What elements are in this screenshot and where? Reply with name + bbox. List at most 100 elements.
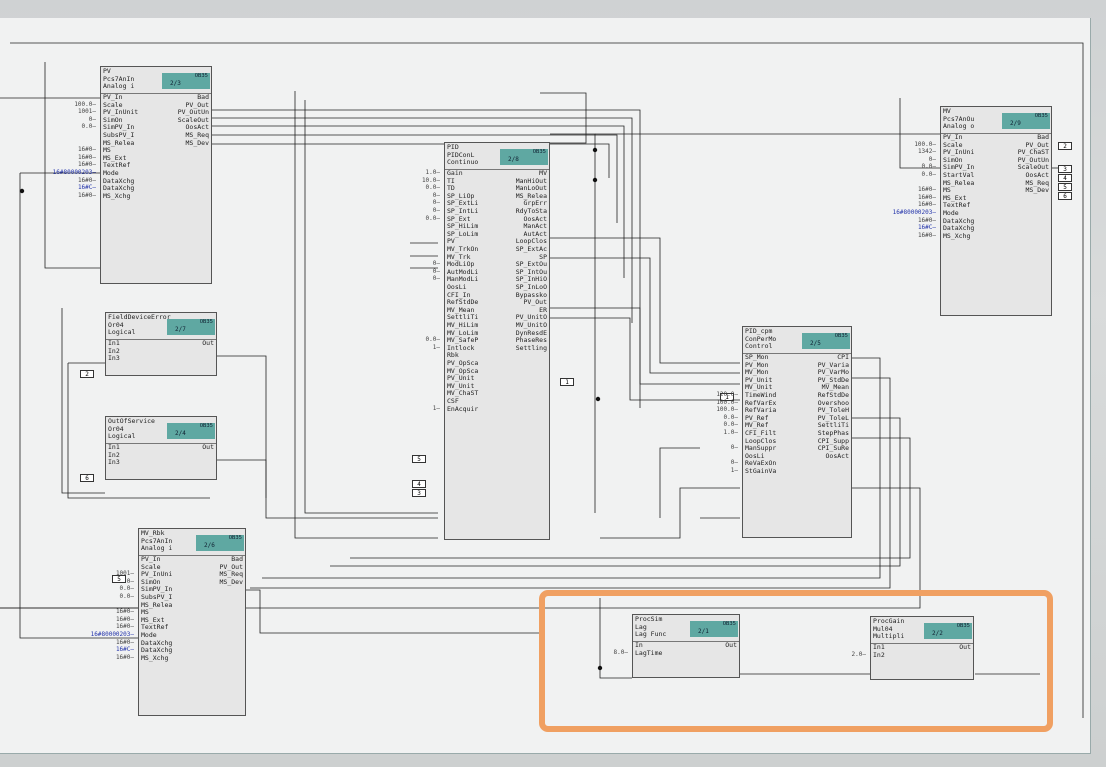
input-pin[interactable]: EnAcquir xyxy=(447,405,478,414)
port-mv-oosact[interactable]: 6 xyxy=(1058,192,1072,200)
wire xyxy=(294,91,438,539)
parameter-value[interactable]: 16#0— xyxy=(888,201,936,208)
port-pid-pvopsca[interactable]: 5 xyxy=(412,455,426,463)
port-fde-in3[interactable]: 2 xyxy=(80,370,94,378)
wire xyxy=(550,237,740,364)
block-pid[interactable]: PID PIDConL Continuo OB35 2/8 Gain TI TD SP_Li… xyxy=(444,142,550,540)
parameter-value[interactable]: 0— xyxy=(392,207,440,214)
parameter-value[interactable]: 0— xyxy=(392,260,440,267)
parameter-value[interactable]: 16#0— xyxy=(888,194,936,201)
parameter-value[interactable]: 1— xyxy=(690,467,738,474)
input-pin[interactable]: MS_Xchg xyxy=(141,654,168,663)
port-pid-pvunit[interactable]: 4 xyxy=(412,480,426,488)
parameter-value[interactable]: 0— xyxy=(392,268,440,275)
output-pin[interactable]: Settling xyxy=(516,344,547,353)
parameter-value[interactable]: 1001— xyxy=(48,108,96,115)
port-mv-chast[interactable]: 3 xyxy=(1058,165,1072,173)
parameter-value[interactable]: 100.0— xyxy=(690,406,738,413)
port-mv-outun[interactable]: 4 xyxy=(1058,174,1072,182)
parameter-value[interactable]: 0— xyxy=(48,116,96,123)
parameter-value[interactable]: 0.0— xyxy=(392,215,440,222)
port-pid-pvunito[interactable]: 1 xyxy=(560,378,574,386)
parameter-value[interactable]: 0— xyxy=(392,192,440,199)
parameter-value[interactable]: 0.0— xyxy=(888,163,936,170)
parameter-value[interactable]: 1— xyxy=(392,405,440,412)
block-tag: OB35 2/3 xyxy=(162,73,210,89)
parameter-value[interactable]: 0— xyxy=(690,444,738,451)
port-pid-mvunit[interactable]: 3 xyxy=(412,489,426,497)
parameter-value[interactable]: 0.0— xyxy=(392,336,440,343)
parameter-value[interactable]: 10.0— xyxy=(392,177,440,184)
input-pin[interactable]: In3 xyxy=(108,459,120,467)
block-mv[interactable]: MV Pcs7AnOu Analog o OB35 2/9 PV_In Scale PV_… xyxy=(940,106,1052,316)
parameter-value[interactable]: 16#0— xyxy=(888,232,936,239)
output-pin[interactable]: MS_Dev xyxy=(1026,187,1049,195)
input-pin[interactable]: MS_Xchg xyxy=(943,232,970,241)
parameter-value[interactable]: 1— xyxy=(392,344,440,351)
block-pv[interactable]: PV Pcs7AnIn Analog i OB35 2/3 PV_In Scale PV_… xyxy=(100,66,212,284)
parameter-value[interactable]: 0— xyxy=(86,578,134,585)
parameter-value[interactable]: 16#0— xyxy=(86,623,134,630)
parameter-value[interactable]: 16#0— xyxy=(86,616,134,623)
parameter-value[interactable]: 16#0— xyxy=(888,217,936,224)
parameter-value[interactable]: 0— xyxy=(690,459,738,466)
parameter-value[interactable]: 1342— xyxy=(888,148,936,155)
parameter-value[interactable]: 0.0— xyxy=(48,123,96,130)
parameter-value[interactable]: 16#C— xyxy=(48,184,96,191)
parameter-value[interactable]: 16#C— xyxy=(86,646,134,653)
parameter-value[interactable]: 16#0— xyxy=(86,608,134,615)
block-mv-rbk[interactable]: MV_Rbk Pcs7AnIn Analog i OB35 2/6 PV_In Scal… xyxy=(138,528,246,716)
parameter-value[interactable]: 16#0— xyxy=(48,161,96,168)
parameter-value[interactable]: 100.0— xyxy=(690,399,738,406)
parameter-value[interactable]: 0.0— xyxy=(690,414,738,421)
block-tag: OB35 2/7 xyxy=(167,319,215,335)
parameter-value[interactable]: 100.0— xyxy=(48,101,96,108)
parameter-value[interactable]: 16#0— xyxy=(48,192,96,199)
port-mv-scaleout[interactable]: 5 xyxy=(1058,183,1072,191)
parameter-value[interactable]: 100.0— xyxy=(888,141,936,148)
parameter-value[interactable]: 1001— xyxy=(86,570,134,577)
parameter-value[interactable]: 16#80000203— xyxy=(86,631,134,638)
input-pin[interactable]: In3 xyxy=(108,355,120,363)
parameter-value[interactable]: 16#80000203— xyxy=(888,209,936,216)
parameter-value[interactable]: 0.0— xyxy=(86,585,134,592)
parameter-value[interactable]: 16#C— xyxy=(888,224,936,231)
parameter-value[interactable]: 0— xyxy=(392,275,440,282)
block-tag: OB35 2/5 xyxy=(802,333,850,349)
parameter-value[interactable]: 0.0— xyxy=(392,184,440,191)
block-field-device-error[interactable]: FieldDeviceError Or04 Logical OB35 2/7 In1 I… xyxy=(105,312,217,376)
parameter-value[interactable]: 2.0— xyxy=(818,651,866,658)
parameter-value[interactable]: 16#80000203— xyxy=(48,169,96,176)
output-pin[interactable]: Out xyxy=(202,339,214,348)
parameter-value[interactable]: 16#0— xyxy=(86,654,134,661)
output-pin[interactable]: MS_Dev xyxy=(220,578,243,587)
port-ods-in3[interactable]: 6 xyxy=(80,474,94,482)
parameter-value[interactable]: 0— xyxy=(888,156,936,163)
output-pin[interactable]: OosAct xyxy=(826,452,849,461)
parameter-value[interactable]: 8.0— xyxy=(580,649,628,656)
parameter-value[interactable]: 0.0— xyxy=(690,421,738,428)
parameter-value[interactable]: 0— xyxy=(392,199,440,206)
parameter-value[interactable]: 0.0— xyxy=(888,171,936,178)
output-pin[interactable]: Out xyxy=(202,443,214,452)
parameter-value[interactable]: 1.0— xyxy=(690,429,738,436)
block-tag: OB35 2/6 xyxy=(196,535,244,551)
output-pin[interactable]: MS_Dev xyxy=(186,139,209,148)
parameter-value[interactable]: 16#0— xyxy=(888,186,936,193)
wire xyxy=(212,109,641,408)
highlight-box xyxy=(539,590,1053,732)
block-pid-cpm[interactable]: PID_cpm ConPerMo Control OB35 2/5 SP_Mon PV_… xyxy=(742,326,852,538)
parameter-value[interactable]: 16#0— xyxy=(48,146,96,153)
parameter-value[interactable]: 0.0— xyxy=(86,593,134,600)
port-mv-bad[interactable]: 2 xyxy=(1058,142,1072,150)
parameter-value[interactable]: 16#0— xyxy=(48,177,96,184)
wire xyxy=(550,317,740,401)
parameter-value[interactable]: 16#0— xyxy=(48,154,96,161)
input-pin[interactable]: MS_Xchg xyxy=(103,192,130,201)
wire xyxy=(550,257,740,374)
parameter-value[interactable]: 16#0— xyxy=(86,639,134,646)
parameter-value[interactable]: 1.0— xyxy=(392,169,440,176)
parameter-value[interactable]: 120.0— xyxy=(690,391,738,398)
block-out-of-service[interactable]: OutOfService Or04 Logical OB35 2/4 In1 In2 In… xyxy=(105,416,217,480)
input-pin[interactable]: StGainVa xyxy=(745,467,776,476)
